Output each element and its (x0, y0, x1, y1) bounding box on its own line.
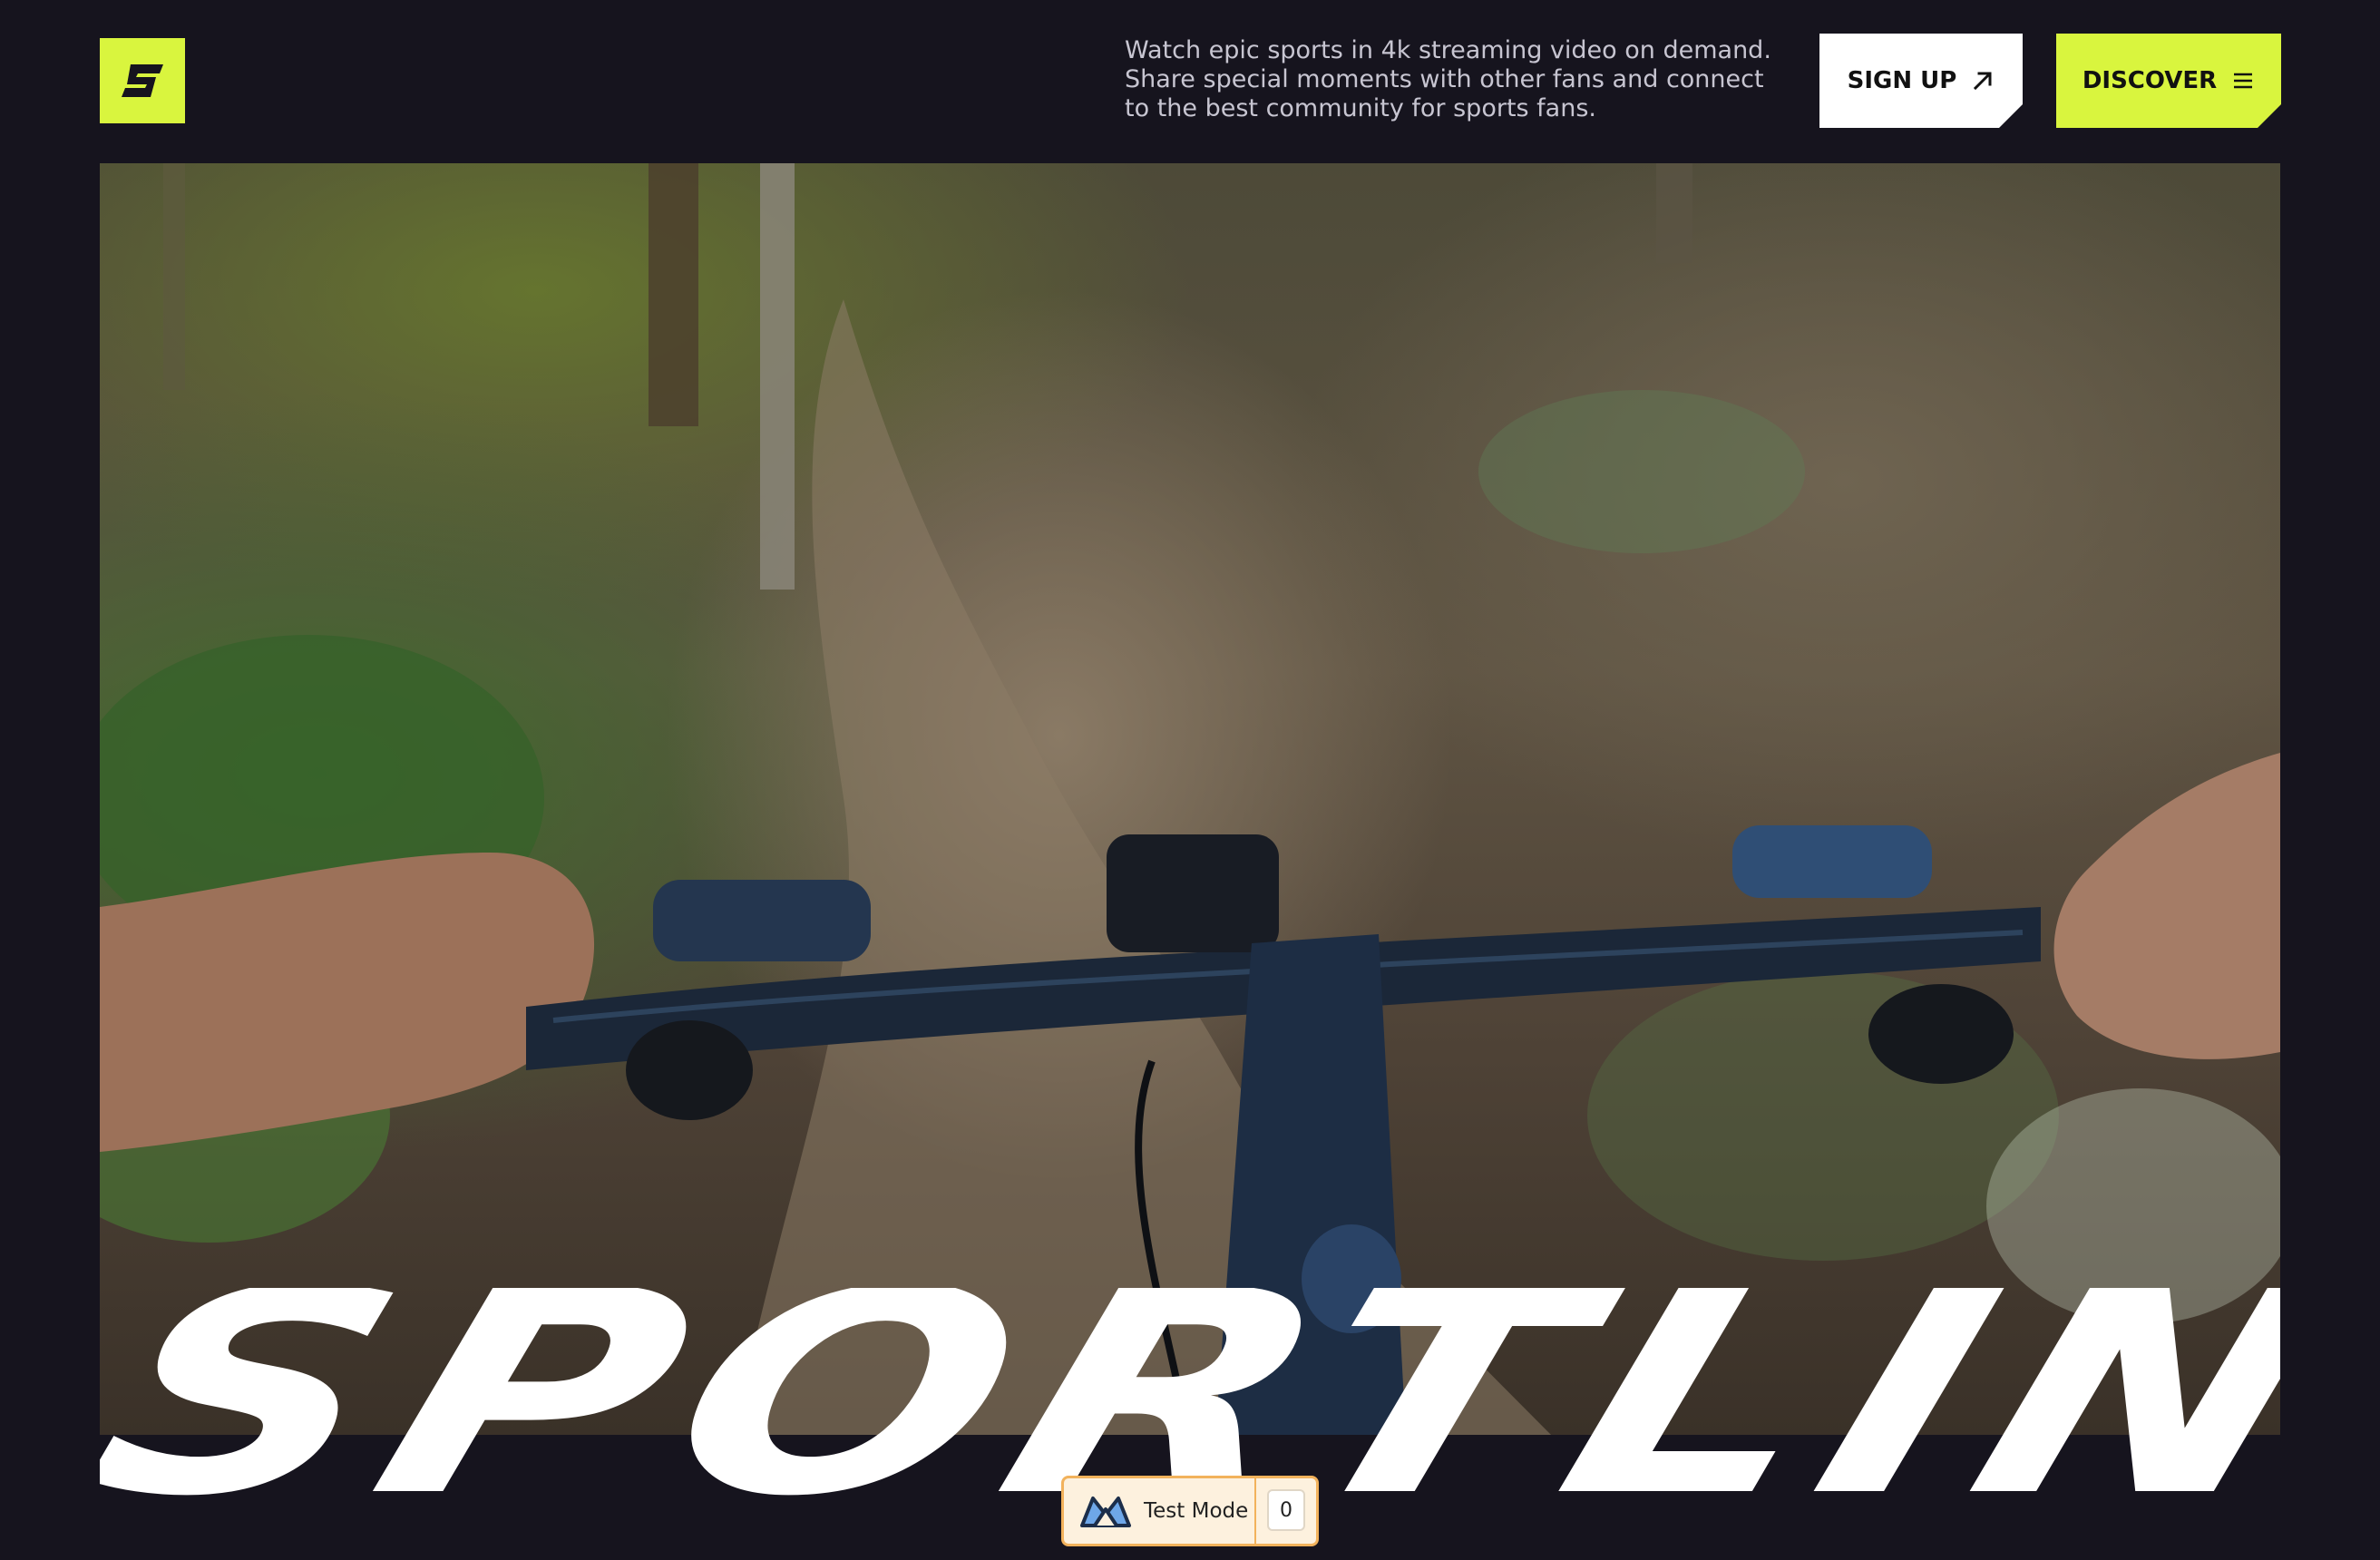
bike-trail-scene (100, 163, 2280, 1435)
menu-icon (2231, 69, 2255, 93)
test-mode-divider (1254, 1478, 1256, 1544)
sportlink-s-logo-icon (122, 64, 163, 97)
logo[interactable] (100, 38, 185, 123)
hero-video[interactable] (100, 163, 2280, 1435)
discover-label: DISCOVER (2082, 67, 2218, 94)
sign-up-label: SIGN UP (1847, 67, 1957, 94)
sign-up-button[interactable]: SIGN UP (1819, 34, 2023, 128)
arrow-up-right-icon (1971, 69, 1995, 93)
discover-button[interactable]: DISCOVER (2056, 34, 2281, 128)
header-tagline: Watch epic sports in 4k streaming video … (1125, 36, 1771, 122)
test-mode-logo-icon (1080, 1497, 1131, 1527)
test-mode-count: 0 (1267, 1489, 1305, 1531)
test-mode-badge[interactable]: Test Mode 0 (1061, 1476, 1319, 1546)
sportlink-wordmark: SPORTLINK (100, 1288, 2280, 1501)
test-mode-label: Test Mode (1144, 1499, 1249, 1523)
wordmark-text: SPORTLINK (100, 1288, 2280, 1501)
